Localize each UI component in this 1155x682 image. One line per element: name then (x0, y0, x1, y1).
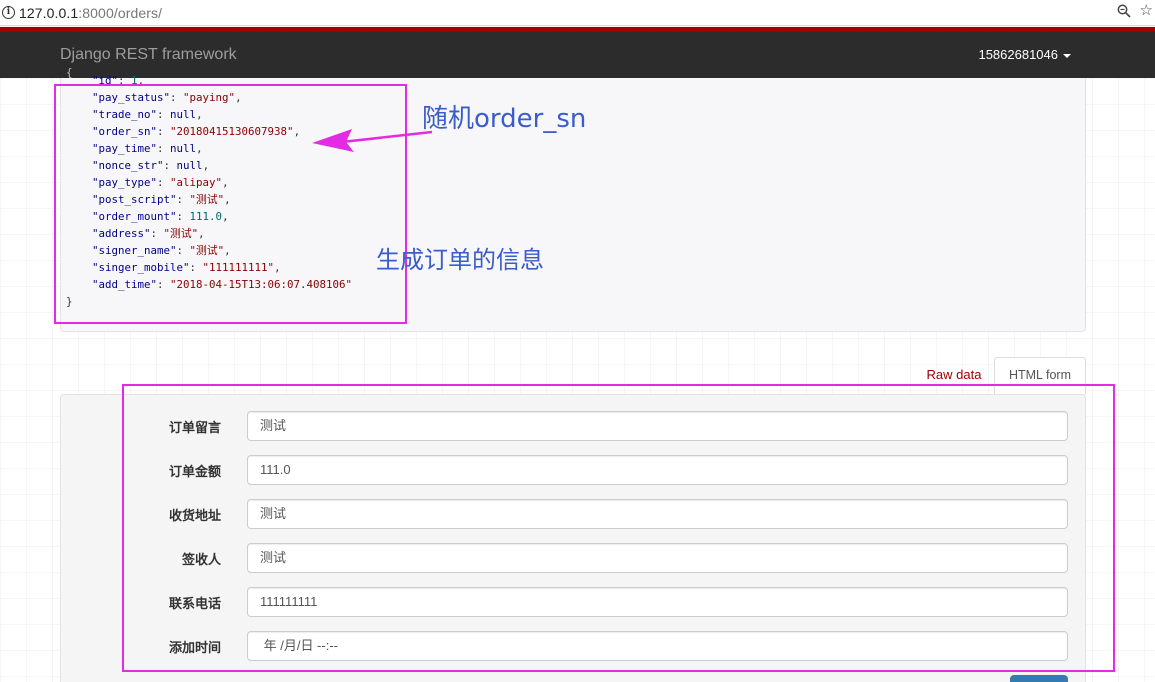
annotation-order-sn: 随机order_sn (422, 104, 587, 134)
page: i 127.0.0.1:8000/orders/ ☆ Django REST f… (0, 0, 1155, 682)
user-dropdown[interactable]: 15862681046 (978, 47, 1071, 62)
annotation-box-json (54, 84, 407, 324)
navbar-brand[interactable]: Django REST framework (60, 46, 237, 64)
url-path: :8000/orders/ (78, 4, 163, 21)
bookmark-star-icon[interactable]: ☆ (1140, 2, 1153, 20)
user-name: 15862681046 (978, 47, 1058, 62)
post-button[interactable] (1010, 675, 1068, 682)
annotation-order-info: 生成订单的信息 (376, 246, 544, 274)
caret-down-icon (1063, 53, 1071, 58)
annotation-arrow-icon (312, 129, 433, 152)
address-url[interactable]: 127.0.0.1:8000/orders/ (19, 5, 162, 21)
url-host: 127.0.0.1 (19, 4, 79, 21)
zoom-icon[interactable] (1117, 4, 1131, 18)
browser-address-bar[interactable]: i 127.0.0.1:8000/orders/ ☆ (0, 0, 1155, 26)
annotation-box-form (122, 384, 1115, 672)
info-icon[interactable]: i (2, 6, 15, 19)
